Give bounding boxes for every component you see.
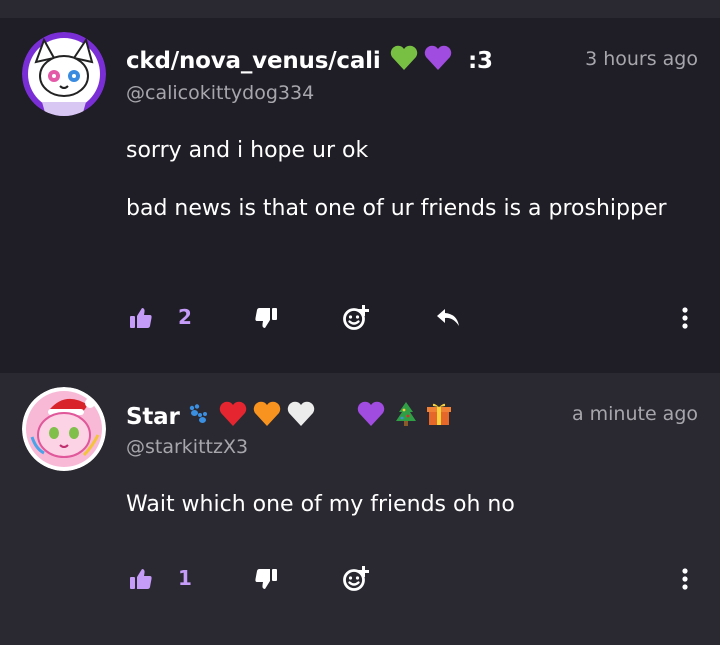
red-heart-icon bbox=[219, 401, 247, 433]
purple-heart-icon bbox=[424, 45, 452, 77]
comment-body: sorry and i hope ur ok bbox=[126, 132, 686, 169]
paw-prints-icon bbox=[187, 404, 209, 430]
gift-icon bbox=[426, 401, 452, 433]
user-handle[interactable]: @calicokittydog334 bbox=[126, 82, 314, 104]
add-reaction-icon bbox=[342, 565, 370, 593]
avatar[interactable] bbox=[22, 387, 106, 471]
like-button[interactable] bbox=[126, 298, 156, 338]
comment-paragraph: bad news is that one of ur friends is a … bbox=[126, 196, 667, 221]
like-count: 1 bbox=[178, 566, 192, 590]
timestamp: 3 hours ago bbox=[585, 48, 698, 70]
like-button[interactable] bbox=[126, 559, 156, 599]
comment-actions: 1 bbox=[0, 559, 720, 599]
christmas-tree-icon bbox=[393, 400, 419, 434]
more-vertical-icon bbox=[681, 306, 689, 330]
thumbs-down-icon bbox=[254, 567, 278, 591]
orange-heart-icon bbox=[253, 401, 281, 433]
thumbs-up-icon bbox=[129, 306, 153, 330]
reply-button[interactable] bbox=[432, 298, 464, 338]
display-name[interactable]: Star bbox=[126, 400, 452, 434]
add-reaction-icon bbox=[342, 304, 370, 332]
reply-icon bbox=[435, 307, 461, 329]
comment-1: ckd/nova_venus/cali :3 @calicokittydog33… bbox=[0, 18, 720, 373]
add-reaction-button[interactable] bbox=[340, 298, 372, 338]
display-name[interactable]: ckd/nova_venus/cali :3 bbox=[126, 45, 493, 77]
top-edge-bar bbox=[0, 0, 720, 18]
thumbs-down-icon bbox=[254, 306, 278, 330]
dislike-button[interactable] bbox=[251, 298, 281, 338]
user-handle[interactable]: @starkittzX3 bbox=[126, 436, 248, 458]
comment-body: Wait which one of my friends oh no bbox=[126, 486, 686, 523]
white-heart-icon bbox=[287, 401, 315, 433]
like-count: 2 bbox=[178, 305, 192, 329]
comment-2: Star @starkittzX3 a minute ago Wait whic… bbox=[0, 373, 720, 645]
comment-paragraph: sorry and i hope ur ok bbox=[126, 138, 369, 163]
comment-actions: 2 bbox=[0, 298, 720, 338]
comment-body: bad news is that one of ur friends is a … bbox=[126, 190, 686, 227]
dislike-button[interactable] bbox=[251, 559, 281, 599]
avatar[interactable] bbox=[22, 32, 106, 116]
more-vertical-icon bbox=[681, 567, 689, 591]
more-options-button[interactable] bbox=[670, 559, 700, 599]
thumbs-up-icon bbox=[129, 567, 153, 591]
more-options-button[interactable] bbox=[670, 298, 700, 338]
purple-heart-icon bbox=[357, 401, 385, 433]
timestamp: a minute ago bbox=[571, 403, 698, 425]
green-heart-icon bbox=[390, 45, 418, 77]
add-reaction-button[interactable] bbox=[340, 559, 372, 599]
comment-paragraph: Wait which one of my friends oh no bbox=[126, 492, 515, 517]
